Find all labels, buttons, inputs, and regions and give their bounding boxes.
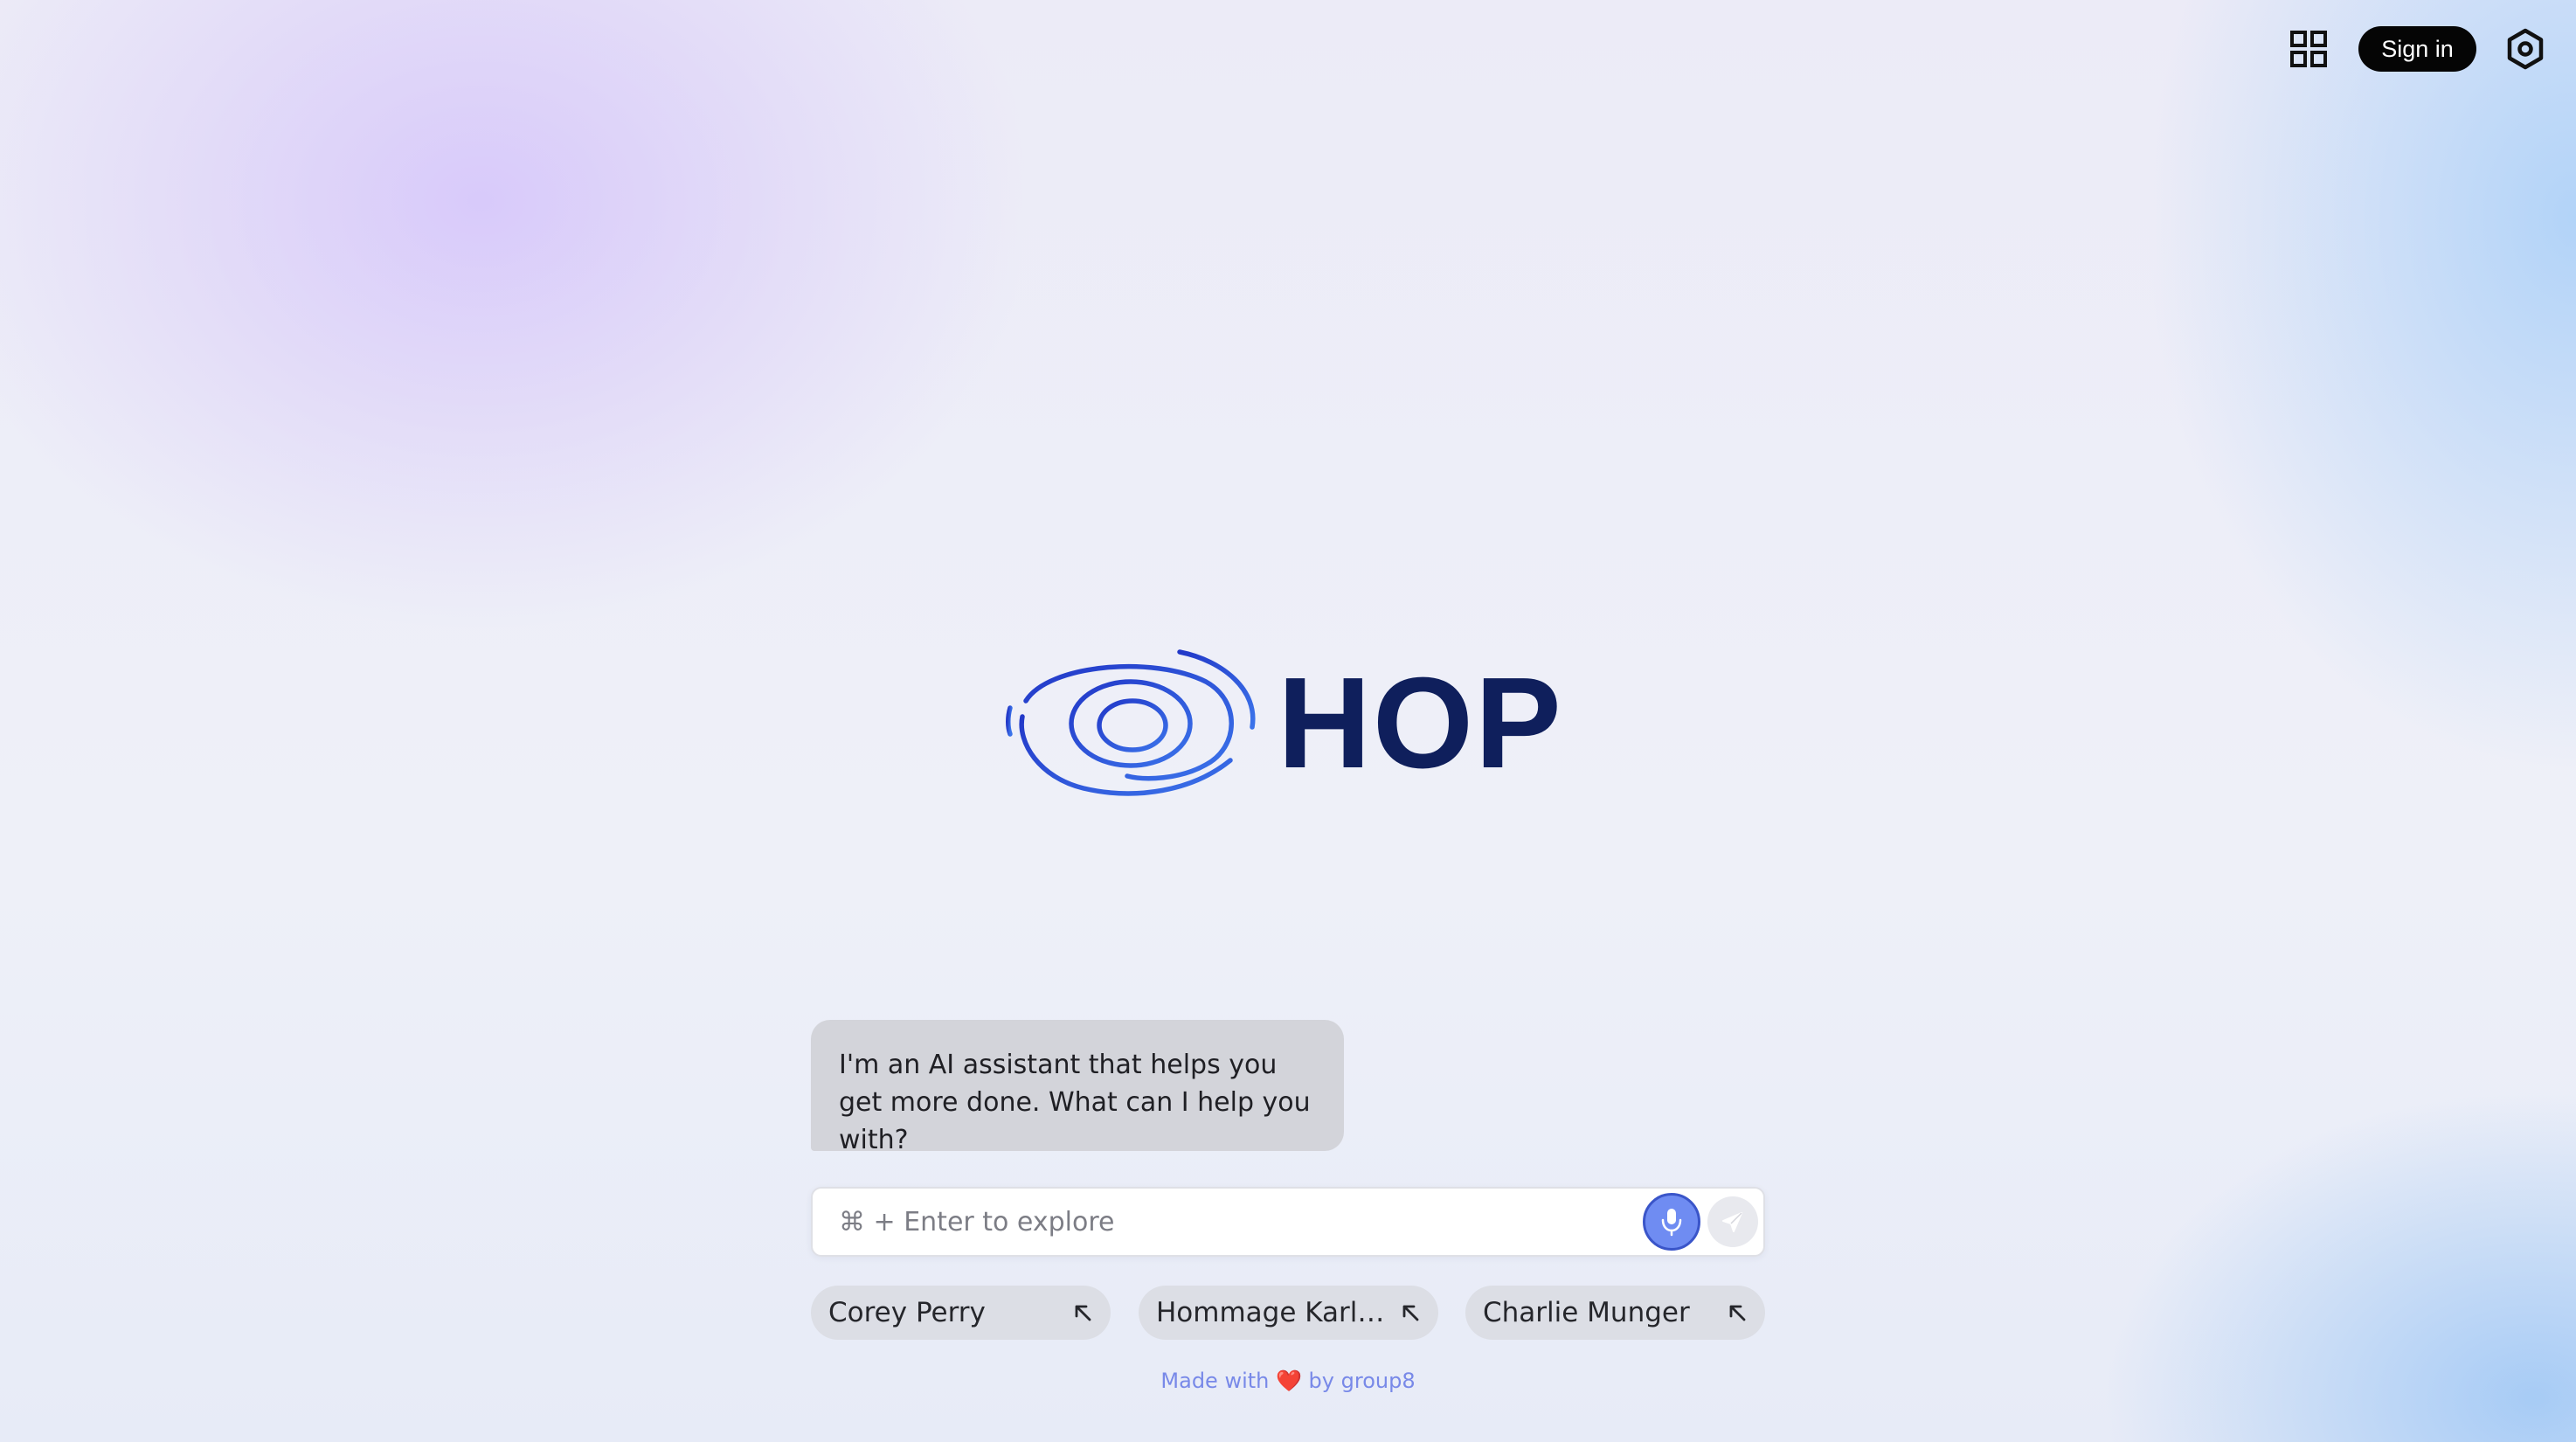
settings-button[interactable] [2504,28,2546,70]
suggestion-chip[interactable]: Hommage Karl T... [1139,1286,1438,1340]
arrow-up-left-icon [1729,1305,1746,1321]
suggestion-label: Corey Perry [828,1297,986,1328]
arrow-up-left-icon [1402,1305,1419,1321]
send-icon [1722,1212,1742,1232]
microphone-button[interactable] [1643,1193,1700,1251]
sign-in-button[interactable]: Sign in [2358,26,2476,72]
footer-link[interactable]: by group8 [1309,1369,1416,1393]
brand-logo: HOP [1005,647,1573,804]
footer-credit: Made with ❤️ by group8 [0,1369,2576,1393]
send-button[interactable] [1707,1196,1758,1247]
suggestion-chip[interactable]: Charlie Munger [1465,1286,1765,1340]
footer-prefix: Made with [1160,1369,1270,1393]
arrow-up-left-icon [1075,1305,1091,1321]
spiral-logo-icon [1006,649,1256,796]
suggestion-chip[interactable]: Corey Perry [811,1286,1111,1340]
hexagon-settings-icon [2507,28,2544,70]
assistant-message-bubble: I'm an AI assistant that helps you get m… [811,1020,1344,1155]
suggestion-label: Charlie Munger [1483,1297,1690,1328]
grid-icon [2290,31,2327,67]
suggestion-label: Hommage Karl T... [1156,1297,1392,1328]
heart-icon: ❤️ [1276,1369,1302,1393]
brand-name: HOP [1278,651,1563,795]
microphone-icon [1661,1209,1682,1237]
chat-input[interactable] [839,1189,1555,1255]
apps-grid-button[interactable] [2289,30,2328,68]
chat-input-container [811,1187,1765,1257]
